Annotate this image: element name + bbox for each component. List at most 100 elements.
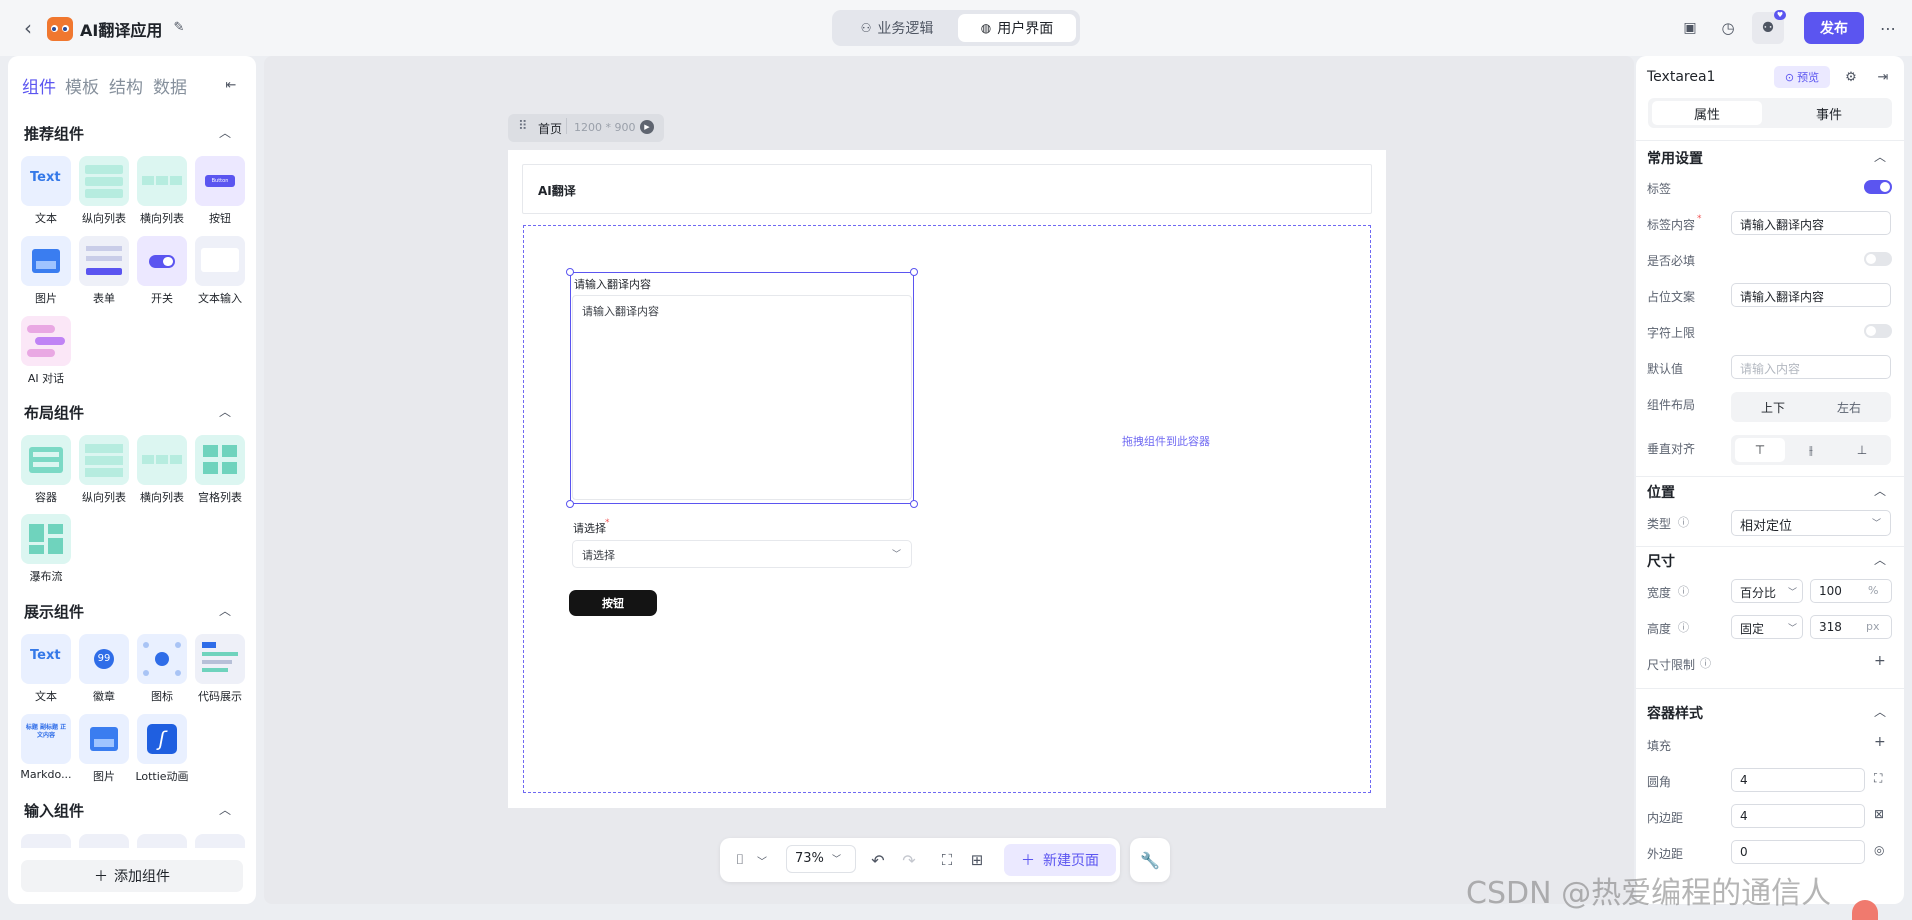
collapse-right-icon[interactable]: ⇥ (1874, 68, 1892, 86)
tab-properties[interactable]: 属性 (1652, 101, 1762, 125)
undo-icon[interactable]: ↶ (867, 848, 889, 872)
label-content-input[interactable]: 请输入翻译内容 (1731, 211, 1891, 235)
maxlen-toggle[interactable] (1864, 324, 1892, 338)
wrench-icon[interactable]: 🔧 (1130, 838, 1170, 882)
history-icon[interactable]: ◷ (1716, 16, 1740, 40)
comp-lottie-thumb[interactable]: ʃ (137, 714, 187, 764)
divider (1636, 546, 1904, 547)
layout-horizontal[interactable]: 左右 (1811, 395, 1887, 419)
assistant-avatar[interactable] (1852, 900, 1878, 920)
comp-input-thumb[interactable] (79, 834, 129, 848)
layout-vertical[interactable]: 上下 (1735, 395, 1811, 419)
width-input[interactable]: 100 (1810, 579, 1892, 603)
chevron-up-icon[interactable]: ︿ (219, 403, 231, 420)
chevron-up-icon[interactable]: ︿ (219, 602, 231, 619)
padding-input[interactable]: 4 (1731, 804, 1865, 828)
comp-icon-thumb[interactable] (137, 634, 187, 684)
chevron-up-icon[interactable]: ︿ (1874, 703, 1886, 720)
mouse-icon[interactable]: ⌷ (730, 848, 750, 872)
chevron-up-icon[interactable]: ︿ (1874, 482, 1886, 499)
comp-text-thumb[interactable]: Text (21, 634, 71, 684)
tab-events[interactable]: 事件 (1776, 101, 1882, 125)
comp-grid-thumb[interactable] (195, 435, 245, 485)
collapse-panel-icon[interactable]: ⇤ (222, 76, 240, 94)
resize-handle[interactable] (566, 500, 574, 508)
resize-handle[interactable] (910, 500, 918, 508)
comp-markdown-thumb[interactable]: 标题 副标题 正文内容 (21, 714, 71, 764)
margin-input[interactable]: 0 (1731, 840, 1865, 864)
divider (1636, 476, 1904, 477)
placeholder-input[interactable]: 请输入翻译内容 (1731, 283, 1891, 307)
drag-handle-icon[interactable]: ⠿ (518, 119, 528, 134)
category-data[interactable]: 数据 (153, 73, 187, 98)
padding-sides-icon[interactable]: ⊠ (1874, 807, 1884, 821)
preview-button[interactable]: ⊙ 预览 (1774, 66, 1830, 88)
radius-corners-icon[interactable]: ⛶ (1874, 771, 1882, 786)
category-structure[interactable]: 结构 (109, 73, 143, 98)
position-type-label: 类型 (1647, 517, 1672, 531)
add-component-button[interactable]: ＋添加组件 (21, 860, 243, 892)
comp-label: 文本 (35, 212, 57, 225)
add-fill-icon[interactable]: + (1874, 734, 1886, 750)
align-middle-icon[interactable]: ⫲ (1786, 438, 1836, 462)
comp-hlist-thumb[interactable] (137, 156, 187, 206)
align-bottom-icon[interactable]: ⊥ (1837, 438, 1887, 462)
comp-label: 容器 (35, 491, 57, 504)
settings-icon[interactable]: ⚙ (1842, 68, 1860, 86)
language-select[interactable] (572, 540, 912, 568)
chevron-up-icon[interactable]: ︿ (219, 801, 231, 818)
comp-vlist-thumb[interactable] (79, 156, 129, 206)
publish-button[interactable]: 发布 (1804, 12, 1864, 44)
category-components[interactable]: 组件 (22, 73, 56, 98)
comp-form-thumb[interactable] (79, 236, 129, 286)
comp-hlist-thumb[interactable] (137, 435, 187, 485)
comp-text-thumb[interactable]: Text (21, 156, 71, 206)
comp-textinput-thumb[interactable] (195, 236, 245, 286)
align-top-icon[interactable]: ⊤ (1735, 438, 1785, 462)
save-icon[interactable]: ▣ (1678, 16, 1702, 40)
chevron-up-icon[interactable]: ︿ (219, 124, 231, 141)
fit-screen-icon[interactable]: ⛶ (936, 848, 958, 872)
chevron-down-icon[interactable]: ﹀ (752, 850, 772, 870)
new-page-button[interactable]: ＋新建页面 (1004, 844, 1116, 876)
label-toggle[interactable] (1864, 180, 1892, 194)
translate-textarea[interactable] (572, 295, 912, 500)
translate-button[interactable]: 按钮 (569, 590, 657, 616)
chevron-up-icon[interactable]: ︿ (1874, 148, 1886, 165)
add-size-limit-icon[interactable]: + (1874, 653, 1886, 669)
grid-icon[interactable]: ⊞ (966, 848, 988, 872)
comp-waterfall-thumb[interactable] (21, 514, 71, 564)
comp-input-thumb[interactable] (137, 834, 187, 848)
resize-handle[interactable] (910, 268, 918, 276)
comp-button-thumb[interactable]: Button (195, 156, 245, 206)
redo-icon[interactable]: ↷ (898, 848, 920, 872)
back-icon[interactable]: ‹ (18, 16, 38, 40)
resize-handle[interactable] (566, 268, 574, 276)
chevron-up-icon[interactable]: ︿ (1874, 551, 1886, 568)
comp-vlist-thumb[interactable] (79, 435, 129, 485)
tab-business-logic[interactable]: ⚇ 业务逻辑 (840, 14, 954, 42)
comp-badge-thumb[interactable]: 99 (79, 634, 129, 684)
radius-input[interactable]: 4 (1731, 768, 1865, 792)
comp-image-thumb[interactable] (79, 714, 129, 764)
comp-input-thumb[interactable] (21, 834, 71, 848)
component-name: Textarea1 (1647, 69, 1716, 85)
margin-sides-icon[interactable]: ◎ (1874, 843, 1884, 857)
required-mark: * (605, 518, 610, 528)
required-toggle[interactable] (1864, 252, 1892, 266)
comp-ai-chat-thumb[interactable] (21, 316, 71, 366)
default-input[interactable]: 请输入内容 (1731, 355, 1891, 379)
comp-image-thumb[interactable] (21, 236, 71, 286)
position-type-select[interactable]: 相对定位 (1731, 510, 1891, 536)
play-icon[interactable]: ▶ (640, 120, 654, 134)
edit-icon[interactable]: ✎ (170, 18, 188, 36)
tab-user-interface[interactable]: ◍ 用户界面 (958, 14, 1076, 42)
category-templates[interactable]: 模板 (65, 73, 99, 98)
label-toggle-label: 标签 (1647, 182, 1672, 196)
more-icon[interactable]: ⋯ (1876, 16, 1900, 40)
comp-container-thumb[interactable] (21, 435, 71, 485)
comp-code-thumb[interactable] (195, 634, 245, 684)
comp-input-thumb[interactable] (195, 834, 245, 848)
title-bar[interactable] (522, 164, 1372, 214)
comp-switch-thumb[interactable] (137, 236, 187, 286)
